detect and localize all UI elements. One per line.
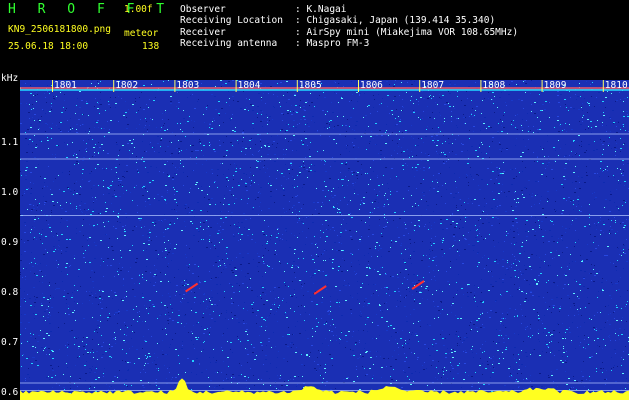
carrier-line (20, 382, 629, 384)
time-tick (235, 80, 237, 92)
antenna-value: : Maspro FM-3 (295, 38, 370, 49)
capture-datetime: 25.06.18 18:00 (8, 41, 89, 52)
time-tick (419, 80, 421, 92)
spectrogram: 1801 1802 1803 1804 1805 1806 1807 1808 1809 1810 (20, 80, 629, 400)
time-tick (602, 80, 604, 92)
y-tick-label: 0.9 (1, 236, 19, 248)
time-label: 1809 (544, 80, 567, 91)
y-tick-label: 1.0 (1, 186, 19, 198)
time-label: 1804 (238, 80, 261, 91)
time-tick (52, 80, 53, 92)
time-tick (358, 80, 359, 92)
antenna-label: Receiving antenna (180, 38, 278, 49)
echo-count: 138 (142, 41, 160, 52)
time-label: 1807 (421, 80, 444, 91)
time-tick (174, 80, 176, 92)
location-value: : Chigasaki, Japan (139.414 35.340) (295, 15, 496, 26)
carrier-line (20, 158, 629, 160)
time-tick (296, 80, 298, 92)
time-label: 1810 (605, 80, 628, 91)
image-filename: KN9_2506181800.png (8, 24, 111, 35)
time-label: 1801 (54, 80, 77, 91)
top-carrier-glow (20, 89, 629, 91)
y-tick-label: 0.8 (1, 286, 19, 298)
app-version: 1.00f (124, 4, 153, 15)
observer-value: : K.Nagai (295, 4, 347, 15)
time-tick (113, 80, 115, 92)
time-label: 1806 (360, 80, 383, 91)
detection-mode: meteor (124, 28, 159, 39)
time-tick (480, 80, 482, 92)
time-label: 1805 (299, 80, 322, 91)
observer-label: Observer (180, 4, 226, 15)
y-tick-label: 1.1 (1, 136, 19, 148)
y-tick-label: 0.7 (1, 336, 19, 348)
carrier-line (20, 215, 629, 216)
y-tick-label: 0.6 (1, 386, 19, 398)
y-axis: kHz 1.1 1.0 0.9 0.8 0.7 0.6 (0, 74, 20, 400)
time-label: 1803 (176, 80, 199, 91)
location-label: Receiving Location (180, 15, 283, 26)
y-axis-unit: kHz (1, 73, 19, 84)
time-tick (541, 80, 543, 92)
time-label: 1808 (482, 80, 505, 91)
spectrogram-plot: 1801 1802 1803 1804 1805 1806 1807 1808 1809 1810 (20, 80, 629, 400)
header-panel: H R O F F T 1.00f KN9_2506181800.png met… (0, 0, 629, 80)
time-label: 1802 (115, 80, 138, 91)
receiver-label: Receiver (180, 27, 226, 38)
carrier-line (20, 133, 629, 135)
receiver-value: : AirSpy mini (Miakejima VOR 108.65MHz) (295, 27, 519, 38)
